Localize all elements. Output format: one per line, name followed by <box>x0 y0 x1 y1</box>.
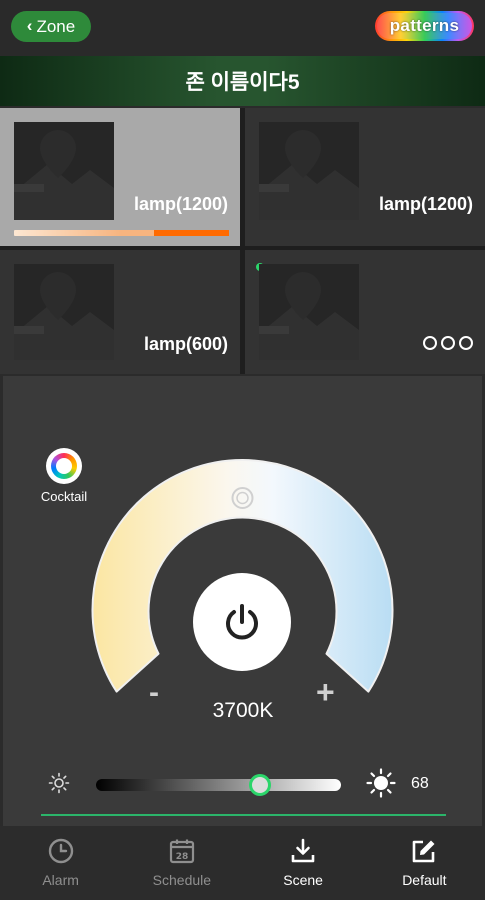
lamp-tile[interactable]: lamp(1200) <box>245 108 485 246</box>
lamp-grid: lamp(1200) lamp(1200) lamp(600) <box>0 108 485 374</box>
brightness-low-icon[interactable] <box>48 772 70 799</box>
nav-scene-label: Scene <box>283 872 323 888</box>
nav-schedule[interactable]: 28 Schedule <box>121 826 242 900</box>
nav-alarm[interactable]: Alarm <box>0 826 121 900</box>
top-bar: ‹ Zone patterns <box>0 0 485 56</box>
brightness-slider[interactable] <box>96 774 341 796</box>
divider <box>41 814 446 816</box>
lamp-name: lamp(600) <box>143 334 228 354</box>
color-temperature-value: 3700K <box>212 699 274 722</box>
lamp-tile[interactable] <box>245 250 485 374</box>
lamp-name: lamp(1200) <box>133 194 228 214</box>
nav-schedule-label: Schedule <box>152 872 212 888</box>
back-zone-label: Zone <box>36 16 76 36</box>
power-button[interactable] <box>193 573 291 671</box>
chevron-left-icon: ‹ <box>26 15 33 35</box>
clock-icon <box>47 836 75 866</box>
temp-decrease-button[interactable]: - <box>149 676 159 710</box>
brightness-slider-knob[interactable] <box>249 774 272 796</box>
zone-title-bar: 존 이름이다5 <box>0 56 485 106</box>
temp-increase-button[interactable]: + <box>316 674 335 711</box>
patterns-label: patterns <box>389 16 460 35</box>
image-placeholder-icon <box>14 264 114 360</box>
patterns-button[interactable]: patterns <box>375 11 474 41</box>
back-zone-button[interactable]: ‹ Zone <box>11 11 91 42</box>
lamp-progress-bar <box>14 230 229 236</box>
lamp-tile[interactable]: lamp(1200) <box>0 108 240 246</box>
lamp-progress-fill <box>153 230 229 236</box>
edit-icon <box>410 836 438 866</box>
nav-alarm-label: Alarm <box>42 872 79 888</box>
bottom-nav: Alarm 28 Schedule Scene Default <box>0 826 485 900</box>
brightness-value: 68 <box>411 775 429 792</box>
nav-default-label: Default <box>402 872 447 888</box>
calendar-icon: 28 <box>168 836 196 866</box>
nav-scene[interactable]: Scene <box>243 826 364 900</box>
more-dots-icon[interactable] <box>423 336 473 350</box>
image-placeholder-icon <box>259 122 359 220</box>
brightness-high-icon[interactable] <box>366 768 396 803</box>
svg-text:28: 28 <box>176 852 189 862</box>
download-icon <box>289 836 317 866</box>
image-placeholder-icon <box>14 122 114 220</box>
zone-title: 존 이름이다5 <box>185 71 300 94</box>
nav-default[interactable]: Default <box>364 826 485 900</box>
power-icon <box>226 604 258 640</box>
light-control-panel: Cocktail - + 3700K 68 <box>3 376 482 826</box>
lamp-name: lamp(1200) <box>378 194 473 214</box>
lamp-tile[interactable]: lamp(600) <box>0 250 240 374</box>
image-placeholder-icon <box>259 264 359 360</box>
